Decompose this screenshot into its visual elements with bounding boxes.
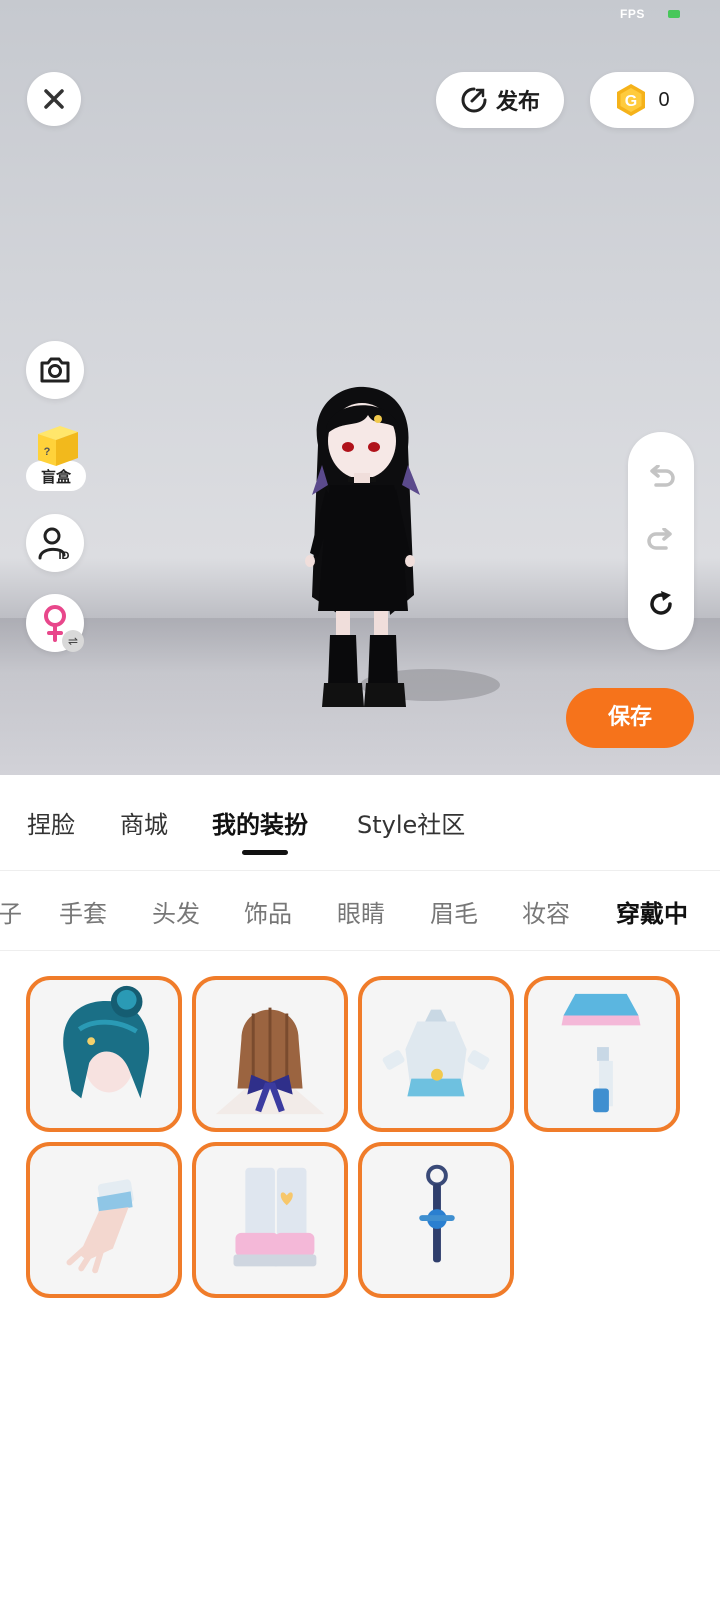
worn-item-card[interactable] — [524, 976, 680, 1132]
coin-count: 0 — [658, 88, 670, 111]
reset-button[interactable] — [641, 584, 681, 624]
undo-button[interactable] — [641, 458, 681, 498]
avatar-preview-scene[interactable]: FPS 发布 G 0 盲盒 ? ID ⇌ 保存 — [0, 0, 720, 775]
blindbox-label: 盲盒 — [40, 468, 71, 486]
tab-my-outfits[interactable]: 我的装扮 — [212, 805, 308, 840]
worn-item-card[interactable] — [358, 1142, 514, 1298]
category-tab-gloves[interactable]: 手套 — [59, 894, 107, 929]
save-button[interactable]: 保存 — [566, 688, 694, 748]
camera-button[interactable] — [26, 341, 84, 399]
tab-face-edit[interactable]: 捏脸 — [27, 805, 75, 840]
skirt-and-socks-icon — [561, 993, 641, 1113]
glove-icon — [66, 1179, 134, 1274]
main-tab-bar: 捏脸 商城 我的装扮 Style社区 — [0, 775, 720, 871]
category-tab-eyebrows[interactable]: 眉毛 — [430, 894, 478, 929]
redo-icon — [647, 528, 672, 550]
hair-bun-teal-icon — [63, 985, 150, 1099]
blindbox-cube-icon: ? — [38, 426, 78, 466]
undo-icon — [650, 465, 675, 487]
avatar-figure — [305, 386, 500, 707]
fps-indicator — [668, 10, 680, 18]
worn-item-card[interactable] — [26, 976, 182, 1132]
worn-item-card[interactable] — [26, 1142, 182, 1298]
wand-blue-icon — [419, 1164, 455, 1263]
category-tab-wearing[interactable]: 穿戴中 — [616, 894, 688, 929]
category-tab-eyes[interactable]: 眼睛 — [337, 894, 385, 929]
worn-item-card[interactable] — [192, 1142, 348, 1298]
user-id-icon: ID — [38, 527, 70, 561]
coin-letter: G — [625, 93, 637, 110]
category-tab-accessories[interactable]: 饰品 — [244, 894, 292, 929]
reset-icon — [650, 591, 672, 615]
category-tab-hair[interactable]: 头发 — [152, 894, 200, 929]
category-tab-bar[interactable]: 子 手套 头发 饰品 眼睛 眉毛 妆容 穿戴中 — [0, 871, 720, 951]
close-icon — [44, 89, 64, 109]
boots-pastel-icon — [233, 1167, 317, 1267]
avatar-id-button[interactable]: ID — [26, 514, 84, 572]
hair-long-brown-bow-icon — [215, 1007, 325, 1115]
history-panel — [628, 432, 694, 650]
tab-style-community[interactable]: Style社区 — [357, 805, 465, 840]
id-badge-text: ID — [59, 550, 70, 561]
blindbox-cube-mark: ? — [44, 446, 51, 458]
publish-icon — [461, 87, 487, 113]
category-tab-makeup[interactable]: 妆容 — [522, 894, 570, 929]
active-tab-indicator — [242, 850, 288, 855]
gender-swap-icon: ⇌ — [62, 630, 84, 652]
coin-balance-button[interactable]: G 0 — [590, 72, 694, 128]
category-tab-partial[interactable]: 子 — [0, 894, 22, 929]
publish-label: 发布 — [495, 90, 540, 115]
tab-shop[interactable]: 商城 — [120, 805, 168, 840]
fps-label: FPS — [620, 7, 645, 21]
dress-light-blue-icon — [382, 1009, 490, 1097]
publish-button[interactable]: 发布 — [436, 72, 564, 128]
camera-icon — [40, 357, 70, 383]
close-button[interactable] — [27, 72, 81, 126]
worn-item-card[interactable] — [192, 976, 348, 1132]
redo-button[interactable] — [641, 521, 681, 561]
worn-item-card[interactable] — [358, 976, 514, 1132]
save-label: 保存 — [607, 705, 652, 730]
coin-icon: G — [617, 84, 646, 116]
